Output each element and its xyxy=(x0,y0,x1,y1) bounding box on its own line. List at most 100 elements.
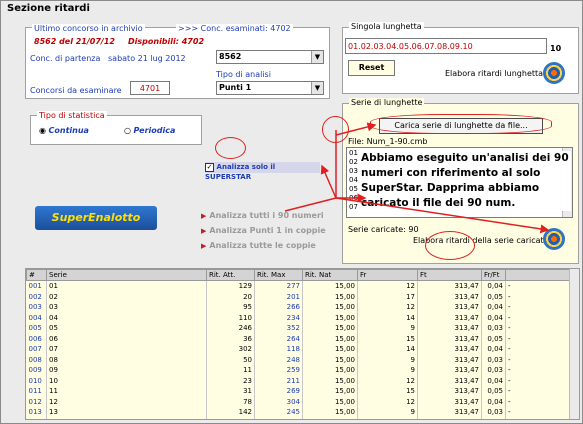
column-header[interactable]: # xyxy=(26,269,47,281)
table-cell: 269 xyxy=(254,386,303,397)
table-cell: - xyxy=(505,365,574,376)
table-cell: 011 xyxy=(26,386,47,397)
table-row[interactable]: 010 10 23 211 15,00 12 313,47 0,04- xyxy=(26,375,574,386)
table-cell: 004 xyxy=(26,312,47,323)
table-row[interactable]: 007 07 302 118 15,00 14 313,47 0,04- xyxy=(26,344,574,355)
table-cell: 313,47 xyxy=(417,386,482,397)
table-row[interactable]: 013 13 142 245 15,00 9 313,47 0,03- xyxy=(26,407,574,418)
table-row[interactable]: 009 09 11 259 15,00 9 313,47 0,03- xyxy=(26,365,574,376)
table-row[interactable]: 008 08 50 248 15,00 9 313,47 0,03- xyxy=(26,354,574,365)
table-cell: 313,47 xyxy=(417,280,482,292)
table-cell: 0,03 xyxy=(481,323,506,334)
table-row[interactable]: 011 11 31 269 15,00 15 313,47 0,05- xyxy=(26,386,574,397)
table-cell: - xyxy=(505,302,574,313)
table-cell: 013 xyxy=(26,407,47,418)
table-cell: 010 xyxy=(26,375,47,386)
column-header[interactable]: Ft xyxy=(417,269,482,281)
column-header[interactable]: Rit. Max xyxy=(254,269,303,281)
table-cell: 14 xyxy=(46,417,207,419)
table-cell: 78 xyxy=(206,396,255,407)
results-table[interactable]: # Serie Rit. Att. Rit. Max Rit. Nat Fr Ft Fr/Ft… xyxy=(25,268,580,420)
table-cell: 15,00 xyxy=(302,302,358,313)
table-cell: - xyxy=(505,396,574,407)
table-cell: 302 xyxy=(206,344,255,355)
column-header[interactable] xyxy=(505,269,574,281)
table-row[interactable]: 01414241615,0010313,470,03- xyxy=(26,417,574,419)
table-cell: 0,05 xyxy=(481,386,506,397)
table-cell: 15,00 xyxy=(302,396,358,407)
table-cell: 0,03 xyxy=(481,417,506,419)
table-row[interactable]: 003 03 95 266 15,00 12 313,47 0,04- xyxy=(26,302,574,313)
table-header: # Serie Rit. Att. Rit. Max Rit. Nat Fr Ft Fr/Ft xyxy=(26,269,574,281)
column-header[interactable]: Serie xyxy=(46,269,207,281)
table-cell: 002 xyxy=(26,291,47,302)
table-cell: 0,04 xyxy=(481,312,506,323)
table-cell: - xyxy=(505,312,574,323)
table-cell: 0,04 xyxy=(481,302,506,313)
table-row[interactable]: 001 01 129 277 15,00 12 313,47 0,04- xyxy=(26,280,574,292)
table-cell: 15,00 xyxy=(302,417,358,419)
table-row[interactable]: 006 06 36 264 15,00 15 313,47 0,05- xyxy=(26,333,574,344)
column-header[interactable]: Fr/Ft xyxy=(481,269,506,281)
table-cell: 20 xyxy=(206,291,255,302)
column-header[interactable]: Rit. Nat xyxy=(302,269,358,281)
table-cell: 352 xyxy=(254,323,303,334)
table-cell: 36 xyxy=(206,333,255,344)
table-body: 001 01 129 277 15,00 12 313,47 0,04-002 02 20 201 1… xyxy=(26,280,574,419)
table-cell: 15,00 xyxy=(302,354,358,365)
table-cell: 12 xyxy=(46,396,207,407)
table-row[interactable]: 004 04 110 234 15,00 14 313,47 0,04- xyxy=(26,312,574,323)
table-row[interactable]: 005 05 246 352 15,00 9 313,47 0,03- xyxy=(26,323,574,334)
table-cell: 118 xyxy=(254,344,303,355)
table-cell: 15 xyxy=(357,386,418,397)
table-cell: 12 xyxy=(357,396,418,407)
table-cell: - xyxy=(505,323,574,334)
table-cell: 12 xyxy=(357,375,418,386)
table-cell: 15,00 xyxy=(302,291,358,302)
table-row[interactable]: 012 12 78 304 15,00 12 313,47 0,04- xyxy=(26,396,574,407)
table-cell: 9 xyxy=(357,407,418,418)
table-cell: 0,04 xyxy=(481,344,506,355)
table-cell: 15 xyxy=(357,333,418,344)
table-cell: 11 xyxy=(206,365,255,376)
table-cell: 0,04 xyxy=(481,375,506,386)
table-cell: - xyxy=(505,354,574,365)
table-cell: 2 xyxy=(206,417,255,419)
table-cell: 313,47 xyxy=(417,323,482,334)
table-cell: 304 xyxy=(254,396,303,407)
table-cell: 246 xyxy=(206,323,255,334)
table-row[interactable]: 002 02 20 201 15,00 17 313,47 0,05- xyxy=(26,291,574,302)
table-cell: 201 xyxy=(254,291,303,302)
table-cell: 003 xyxy=(26,302,47,313)
table-cell: 15,00 xyxy=(302,333,358,344)
table-cell: 23 xyxy=(206,375,255,386)
table-cell: 259 xyxy=(254,365,303,376)
table-cell: 277 xyxy=(254,280,303,292)
table-cell: 0,05 xyxy=(481,333,506,344)
table-cell: 245 xyxy=(254,407,303,418)
table-cell: 06 xyxy=(46,333,207,344)
scrollbar[interactable] xyxy=(569,269,579,419)
table-cell: 15,00 xyxy=(302,323,358,334)
table-cell: 313,47 xyxy=(417,407,482,418)
table-cell: 9 xyxy=(357,365,418,376)
table-cell: 313,47 xyxy=(417,354,482,365)
table-cell: - xyxy=(505,333,574,344)
table-cell: 15,00 xyxy=(302,365,358,376)
table-cell: 07 xyxy=(46,344,207,355)
table-cell: 02 xyxy=(46,291,207,302)
table-cell: - xyxy=(505,407,574,418)
column-header[interactable]: Fr xyxy=(357,269,418,281)
table-cell: 0,04 xyxy=(481,396,506,407)
table-cell: 313,47 xyxy=(417,365,482,376)
table-cell: 313,47 xyxy=(417,312,482,323)
table-cell: 11 xyxy=(46,386,207,397)
table-cell: 15,00 xyxy=(302,386,358,397)
table-cell: 15,00 xyxy=(302,280,358,292)
table-cell: 007 xyxy=(26,344,47,355)
column-header[interactable]: Rit. Att. xyxy=(206,269,255,281)
table-cell: 110 xyxy=(206,312,255,323)
table-cell: 313,47 xyxy=(417,333,482,344)
table-cell: - xyxy=(505,291,574,302)
table-cell: 0,03 xyxy=(481,365,506,376)
